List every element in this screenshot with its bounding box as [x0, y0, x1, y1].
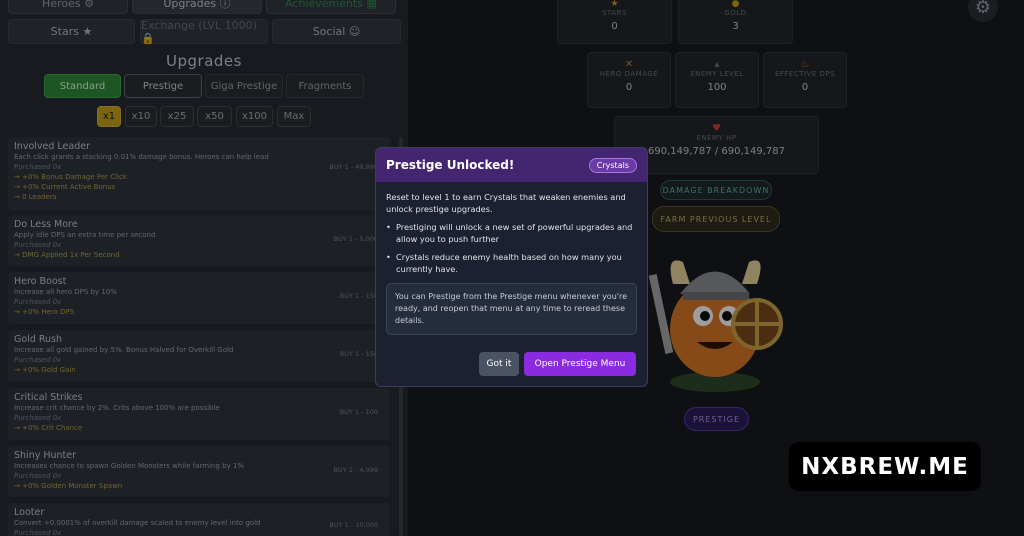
bullet-icon: •: [386, 222, 391, 232]
bullet-text: Prestiging will unlock a new set of powe…: [396, 222, 633, 244]
got-it-button[interactable]: Got it: [479, 352, 519, 376]
watermark-badge: NXBREW.ME: [789, 442, 981, 491]
modal-body: Reset to level 1 to earn Crystals that w…: [376, 182, 647, 344]
modal-note: You can Prestige from the Prestige menu …: [386, 283, 637, 335]
bullet-text: Crystals reduce enemy health based on ho…: [396, 252, 622, 274]
crystals-badge: Crystals: [588, 157, 637, 173]
prestige-modal: Prestige Unlocked! Crystals Reset to lev…: [375, 147, 648, 387]
list-item: • Prestiging will unlock a new set of pow…: [386, 221, 637, 245]
open-prestige-menu-button[interactable]: Open Prestige Menu: [524, 352, 636, 376]
modal-actions: Got it Open Prestige Menu: [479, 352, 636, 376]
modal-title: Prestige Unlocked!: [386, 158, 515, 172]
modal-intro: Reset to level 1 to earn Crystals that w…: [386, 192, 626, 214]
modal-header: Prestige Unlocked! Crystals: [376, 148, 647, 182]
list-item: • Crystals reduce enemy health based on h…: [386, 251, 637, 275]
bullet-icon: •: [386, 252, 391, 262]
